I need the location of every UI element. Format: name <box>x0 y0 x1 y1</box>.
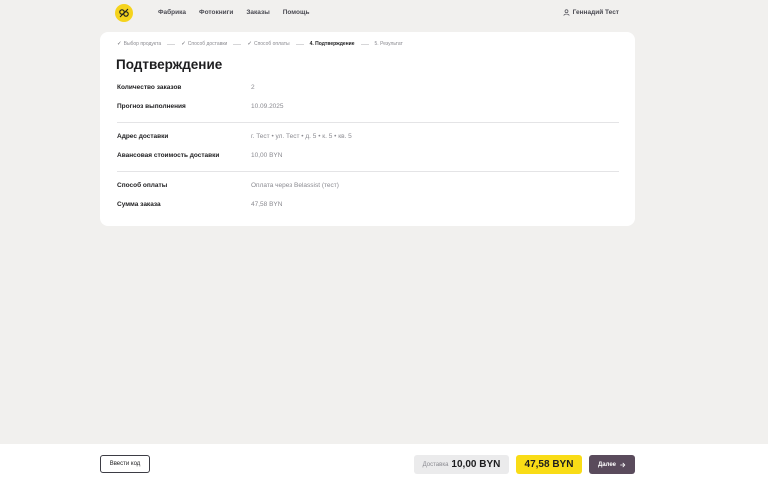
user-menu[interactable]: Геннадий Тест <box>563 9 619 16</box>
next-button-label: Далее <box>597 461 617 468</box>
step-separator <box>167 43 176 45</box>
check-icon: ✓ <box>181 41 186 47</box>
detail-label: Авансовая стоимость доставки <box>117 152 220 159</box>
detail-row-orders-count: Количество заказов 2 <box>117 84 255 91</box>
step-label: Выбор продукта <box>123 41 162 47</box>
detail-row-order-sum: Сумма заказа 47,58 BYN <box>117 201 282 208</box>
detail-value: 10,00 BYN <box>251 152 283 159</box>
main-nav: Фабрика Фотокниги Заказы Помощь <box>158 9 309 16</box>
delivery-cost-box: Доставка 10,00 BYN <box>414 455 509 474</box>
step-separator <box>233 43 242 45</box>
step-separator <box>360 43 369 45</box>
step-product[interactable]: ✓ Выбор продукта <box>117 41 161 47</box>
detail-value: г. Тест • ул. Тест • д. 5 • к. 5 • кв. 5 <box>251 133 352 140</box>
detail-row-delivery-cost: Авансовая стоимость доставки 10,00 BYN <box>117 152 282 159</box>
top-header: Фабрика Фотокниги Заказы Помощь Геннадий… <box>0 0 768 28</box>
step-payment[interactable]: ✓ Способ оплаты <box>247 41 289 47</box>
detail-value: Оплата через Belassist (тест) <box>251 182 339 189</box>
detail-row-forecast: Прогноз выполнения 10.09.2025 <box>117 103 284 110</box>
nav-item-photobooks[interactable]: Фотокниги <box>199 9 233 16</box>
confirmation-card: ✓ Выбор продукта ✓ Способ доставки ✓ Спо… <box>100 32 635 226</box>
step-label: Способ оплаты <box>253 41 290 47</box>
detail-row-address: Адрес доставки г. Тест • ул. Тест • д. 5… <box>117 133 352 140</box>
delivery-value: 10,00 BYN <box>451 459 501 470</box>
detail-label: Прогноз выполнения <box>117 103 186 110</box>
step-label: 4. Подтверждение <box>309 41 355 47</box>
detail-label: Адрес доставки <box>117 133 169 140</box>
nav-item-factory[interactable]: Фабрика <box>158 9 186 16</box>
section-divider <box>117 171 619 172</box>
logo-icon <box>119 8 129 18</box>
detail-value: 2 <box>251 84 255 91</box>
detail-label: Количество заказов <box>117 84 182 91</box>
step-confirmation: 4. Подтверждение <box>310 41 355 47</box>
detail-label: Сумма заказа <box>117 201 161 208</box>
nav-item-orders[interactable]: Заказы <box>246 9 269 16</box>
checkout-steps: ✓ Выбор продукта ✓ Способ доставки ✓ Спо… <box>117 41 403 47</box>
detail-label: Способ оплаты <box>117 182 168 189</box>
step-label: 5. Результат <box>374 41 403 47</box>
step-delivery[interactable]: ✓ Способ доставки <box>181 41 227 47</box>
detail-value: 10.09.2025 <box>251 103 284 110</box>
step-separator <box>295 43 304 45</box>
user-icon <box>563 9 570 16</box>
section-divider <box>117 122 619 123</box>
order-total: 47,58 BYN <box>516 455 582 474</box>
delivery-label: Доставка <box>422 461 449 468</box>
nav-item-help[interactable]: Помощь <box>283 9 310 16</box>
step-result: 5. Результат <box>375 41 403 47</box>
check-icon: ✓ <box>117 41 122 47</box>
next-button[interactable]: Далее <box>589 455 635 474</box>
step-label: Способ доставки <box>187 41 228 47</box>
check-icon: ✓ <box>247 41 252 47</box>
arrow-right-icon <box>620 462 626 467</box>
page-title: Подтверждение <box>116 57 223 72</box>
detail-value: 47,58 BYN <box>251 201 283 208</box>
enter-code-button[interactable]: Ввести код <box>100 455 150 473</box>
bottom-action-bar: Ввести код Доставка 10,00 BYN 47,58 BYN … <box>0 444 768 486</box>
detail-row-payment-method: Способ оплаты Оплата через Belassist (те… <box>117 182 339 189</box>
logo[interactable] <box>115 4 133 22</box>
user-name: Геннадий Тест <box>572 9 619 16</box>
